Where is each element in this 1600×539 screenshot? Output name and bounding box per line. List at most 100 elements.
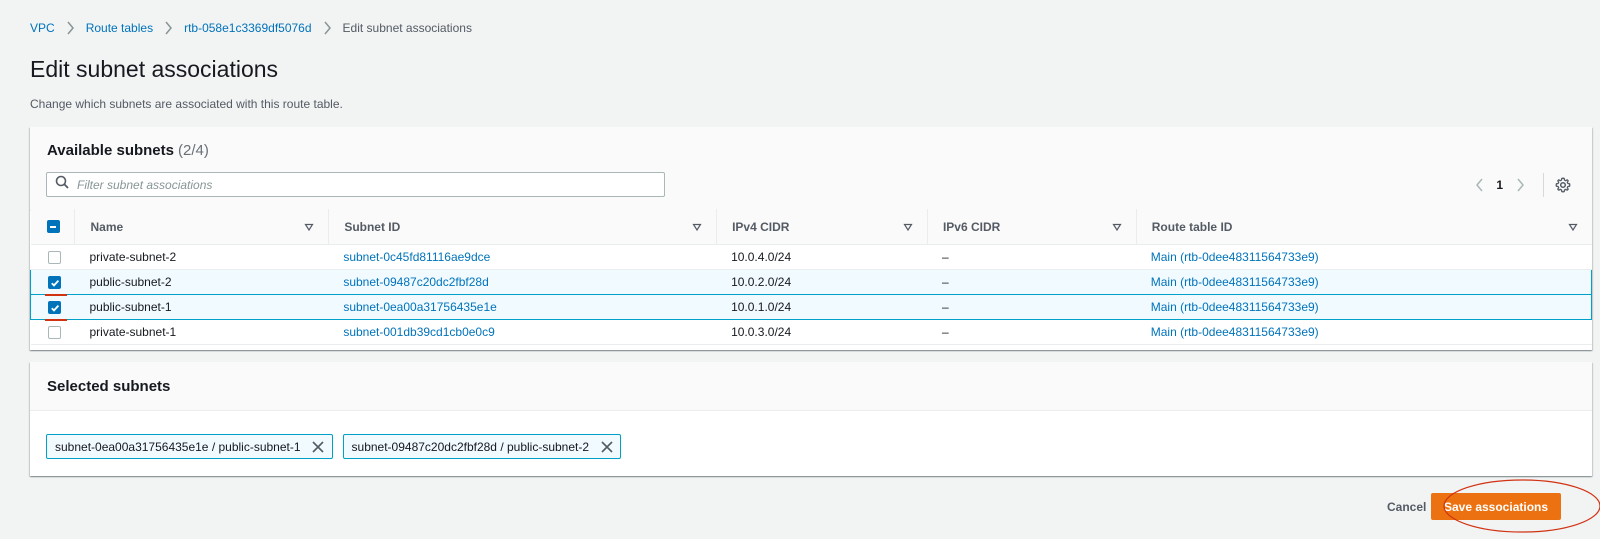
preferences-button[interactable] [1554, 176, 1572, 194]
table-row[interactable]: public-subnet-1 subnet-0ea00a31756435e1e… [30, 294, 1592, 322]
minus-icon [50, 225, 56, 228]
sort-down-icon[interactable] [304, 222, 314, 232]
cell-ipv6-cidr: – [926, 294, 1136, 320]
token-label: subnet-09487c20dc2fbf28d / public-subnet… [351, 439, 590, 454]
column-header-label: IPv6 CIDR [942, 219, 1001, 234]
check-icon [50, 304, 59, 312]
cell-route-table-id: Main (rtb-0dee48311564733e9) [1135, 319, 1592, 345]
cell-route-table-id: Main (rtb-0dee48311564733e9) [1135, 269, 1592, 295]
check-icon [50, 279, 59, 287]
annotation-underline [45, 294, 67, 297]
sort-down-icon[interactable] [1112, 222, 1122, 232]
table-row[interactable]: public-subnet-2 subnet-09487c20dc2fbf28d… [30, 269, 1592, 297]
selected-subnet-token: subnet-0ea00a31756435e1e / public-subnet… [46, 434, 333, 459]
subnet-id-link[interactable]: subnet-0ea00a31756435e1e [343, 300, 496, 314]
available-subnets-panel: Available subnets(2/4) 1 [30, 127, 1592, 350]
route-table-link[interactable]: Main (rtb-0dee48311564733e9) [1151, 250, 1319, 264]
cell-ipv6-cidr: – [926, 319, 1136, 345]
page-description: Change which subnets are associated with… [30, 97, 343, 111]
available-subnets-title: Available subnets (2/4) [47, 142, 209, 159]
selected-subnet-token: subnet-09487c20dc2fbf28d / public-subnet… [342, 434, 622, 459]
select-all-checkbox[interactable] [46, 220, 60, 233]
table-row[interactable]: private-subnet-1 subnet-001db39cd1cb0e0c… [30, 319, 1592, 345]
column-header-label: Route table ID [1151, 219, 1233, 234]
close-icon [600, 440, 613, 453]
page-title: Edit subnet associations [30, 56, 279, 82]
table-row[interactable]: private-subnet-2 subnet-0c45fd81116ae9dc… [30, 244, 1592, 270]
cell-ipv4-cidr: 10.0.4.0/24 [716, 244, 927, 270]
sort-down-icon[interactable] [1567, 222, 1578, 232]
breadcrumb: VPC Route tables rtb-058e1c3369df5076d E… [30, 21, 472, 35]
cell-ipv6-cidr: – [926, 244, 1136, 270]
route-table-link[interactable]: Main (rtb-0dee48311564733e9) [1151, 275, 1319, 289]
cell-name: public-subnet-1 [74, 294, 329, 320]
table-header-row: Name Subnet ID IPv4 CIDR IPv6 CIDR Route… [30, 209, 1592, 245]
next-page-button[interactable] [1509, 174, 1531, 196]
chevron-right-icon [164, 21, 173, 35]
previous-page-button[interactable] [1468, 174, 1490, 196]
cell-ipv4-cidr: 10.0.2.0/24 [716, 269, 927, 295]
breadcrumb-route-table-id[interactable]: rtb-058e1c3369df5076d [184, 21, 311, 35]
cell-subnet-id: subnet-09487c20dc2fbf28d [328, 269, 717, 295]
route-table-link[interactable]: Main (rtb-0dee48311564733e9) [1151, 300, 1319, 314]
selected-subnets-panel: Selected subnets subnet-0ea00a31756435e1… [30, 362, 1592, 476]
row-checkbox[interactable] [47, 326, 61, 340]
cell-name: public-subnet-2 [74, 269, 329, 295]
cell-subnet-id: subnet-0c45fd81116ae9dce [328, 244, 717, 270]
cell-ipv4-cidr: 10.0.1.0/24 [716, 294, 927, 320]
save-associations-button[interactable]: Save associations [1431, 493, 1561, 520]
column-header-label: Name [90, 219, 124, 234]
header-select-all-cell [30, 209, 75, 245]
column-header-ipv4-cidr[interactable]: IPv4 CIDR [716, 209, 927, 245]
row-checkbox-cell [30, 319, 75, 345]
cell-ipv4-cidr: 10.0.3.0/24 [716, 319, 927, 345]
gear-icon [1555, 177, 1571, 192]
column-header-subnet-id[interactable]: Subnet ID [328, 209, 717, 245]
pager-divider [1543, 172, 1544, 197]
cell-route-table-id: Main (rtb-0dee48311564733e9) [1135, 244, 1592, 270]
chevron-right-icon [66, 21, 75, 35]
route-table-link[interactable]: Main (rtb-0dee48311564733e9) [1151, 325, 1319, 339]
pagination: 1 [1468, 172, 1572, 197]
column-header-route-table-id[interactable]: Route table ID [1135, 209, 1592, 245]
remove-token-button[interactable] [593, 435, 620, 458]
sort-down-icon[interactable] [692, 222, 702, 232]
search-icon [55, 175, 69, 194]
current-page-number[interactable]: 1 [1496, 178, 1503, 192]
cell-subnet-id: subnet-001db39cd1cb0e0c9 [328, 319, 717, 345]
cell-name: private-subnet-1 [74, 319, 329, 345]
column-header-label: IPv4 CIDR [732, 219, 790, 234]
subnet-id-link[interactable]: subnet-09487c20dc2fbf28d [343, 275, 488, 289]
row-checkbox-cell [30, 244, 75, 270]
cell-route-table-id: Main (rtb-0dee48311564733e9) [1135, 294, 1592, 320]
available-subnets-count: (2/4) [178, 142, 209, 159]
breadcrumb-route-tables[interactable]: Route tables [86, 21, 153, 35]
row-checkbox[interactable] [45, 276, 67, 297]
row-checkbox[interactable] [47, 251, 61, 265]
chevron-right-icon [1516, 178, 1524, 191]
close-icon [312, 440, 324, 453]
row-checkbox-cell [30, 269, 75, 297]
cell-subnet-id: subnet-0ea00a31756435e1e [328, 294, 717, 320]
selected-subnet-tokens: subnet-0ea00a31756435e1e / public-subnet… [46, 434, 622, 459]
subnets-table: Name Subnet ID IPv4 CIDR IPv6 CIDR Route… [30, 209, 1592, 345]
annotation-underline [45, 319, 67, 322]
cancel-button[interactable]: Cancel [1381, 496, 1432, 518]
breadcrumb-current: Edit subnet associations [342, 21, 472, 35]
token-label: subnet-0ea00a31756435e1e / public-subnet… [55, 439, 301, 454]
filter-search-box[interactable] [46, 172, 665, 197]
row-checkbox[interactable] [45, 301, 67, 322]
selected-subnets-header: Selected subnets [30, 362, 1592, 411]
column-header-name[interactable]: Name [74, 209, 329, 245]
subnet-id-link[interactable]: subnet-001db39cd1cb0e0c9 [343, 325, 494, 339]
selected-subnets-title: Selected subnets [47, 378, 171, 395]
subnet-id-link[interactable]: subnet-0c45fd81116ae9dce [343, 250, 490, 264]
chevron-right-icon [323, 21, 332, 35]
filter-input[interactable] [77, 177, 664, 192]
available-subnets-title-text: Available subnets [47, 142, 174, 159]
breadcrumb-vpc[interactable]: VPC [30, 21, 55, 35]
remove-token-button[interactable] [305, 435, 332, 458]
column-header-ipv6-cidr[interactable]: IPv6 CIDR [926, 209, 1136, 245]
sort-down-icon[interactable] [903, 222, 913, 232]
column-header-label: Subnet ID [344, 219, 401, 234]
